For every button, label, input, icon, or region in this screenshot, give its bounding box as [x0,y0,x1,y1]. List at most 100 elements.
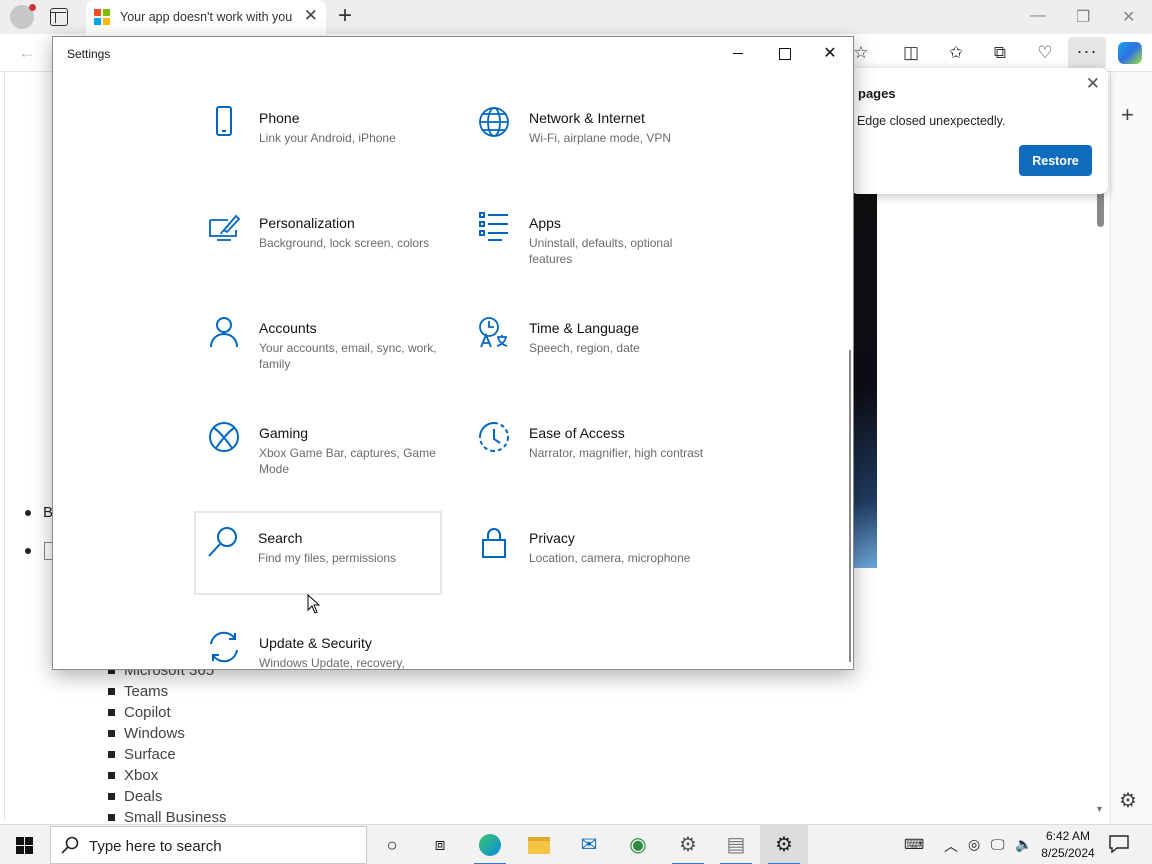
tile-name: Gaming [259,425,309,441]
taskbar-mail[interactable]: ✉ [565,825,613,864]
settings-maximize-icon[interactable] [761,37,807,70]
tile-name: Time & Language [529,320,639,336]
page-list-item[interactable]: Surface [108,744,227,765]
tab-title: Your app doesn't work with your [120,10,292,24]
restore-popup-close-icon[interactable]: ✕ [1086,74,1100,94]
taskbar-app-network[interactable]: ⚙ [664,825,712,864]
search-icon [208,527,237,557]
new-tab-button[interactable]: + [338,4,352,28]
tile-accounts[interactable]: Accounts Your accounts, email, sync, wor… [196,315,444,399]
browser-close-icon[interactable]: ✕ [1122,7,1135,27]
browser-restore-icon[interactable]: ❐ [1076,7,1090,27]
tab-bar: Your app doesn't work with your ✕ + — ❐ … [0,0,1152,34]
page-list-item[interactable]: Deals [108,786,227,807]
search-icon [61,836,79,854]
sidebar-add-icon[interactable]: + [1121,102,1134,128]
volume-muted-icon[interactable]: 🔈 [1015,836,1032,853]
edge-icon [478,833,502,857]
taskbar-edge[interactable] [466,825,514,864]
settings-close-icon[interactable]: ✕ [807,37,853,70]
taskbar-file-explorer[interactable] [515,825,563,864]
tile-name: Phone [259,110,300,126]
tile-time-language[interactable]: Time & Language Speech, region, date [466,315,714,399]
tab-actions-icon[interactable] [50,8,68,26]
tile-phone[interactable]: Phone Link your Android, iPhone [196,105,444,189]
page-list-item[interactable]: Copilot [108,702,227,723]
lock-icon [482,528,506,558]
collections-icon[interactable]: ⧉ [989,42,1011,64]
meet-now-icon[interactable]: ◎ [968,836,980,853]
settings-window: Settings ✕ Phone Link your Android, iPho… [52,36,854,670]
cortana-circle-icon: ○ [386,835,398,855]
page-list-item[interactable]: Xbox [108,765,227,786]
tile-privacy[interactable]: Privacy Location, camera, microphone [466,525,714,609]
tile-search[interactable]: Search Find my files, permissions [194,511,442,595]
back-arrow-icon[interactable]: ← [16,42,38,64]
windows-taskbar: Type here to search ○ ⧈ ✉ ◉ ⚙ ▤ ⚙ ⌨ ︿ ◎ … [0,824,1152,864]
tile-name: Update & Security [259,635,372,651]
browser-minimize-icon[interactable]: — [1030,7,1046,25]
scrollbar-thumb[interactable] [1097,190,1104,227]
globe-app-icon: ◉ [629,834,647,856]
notifications-icon[interactable] [1108,834,1130,854]
clock-date: 8/25/2024 [1041,846,1095,860]
tile-update-security[interactable]: Update & Security Windows Update, recove… [196,630,444,669]
settings-window-title: Settings [67,47,111,61]
tile-ease-of-access[interactable]: Ease of Access Narrator, magnifier, high… [466,420,714,504]
browser-tab[interactable]: Your app doesn't work with your ✕ [86,0,326,34]
page-bullet [25,548,31,554]
page-divider [4,72,5,820]
browser-essentials-icon[interactable]: ♡ [1034,42,1056,64]
sidebar-settings-gear-icon[interactable]: ⚙ [1119,788,1137,813]
tile-personalization[interactable]: Personalization Background, lock screen,… [196,210,444,294]
taskbar-settings[interactable]: ⚙ [760,825,808,864]
keyboard-icon[interactable]: ⌨ [904,836,924,853]
page-list-item[interactable]: Teams [108,681,227,702]
restore-popup-title: pages [858,86,896,101]
tile-gaming[interactable]: Gaming Xbox Game Bar, captures, Game Mod… [196,420,444,504]
copilot-icon[interactable] [1118,42,1142,64]
paint-icon [209,214,241,241]
tile-network-internet[interactable]: Network & Internet Wi-Fi, airplane mode,… [466,105,714,189]
archive-app-icon: ▤ [726,834,746,856]
restore-popup-message: t Edge closed unexpectedly. [850,114,1006,128]
cortana-button[interactable]: ○ [368,825,416,864]
apps-list-icon [479,212,508,241]
start-button[interactable] [0,825,48,864]
show-hidden-icons-chevron-icon[interactable]: ︿ [944,836,958,856]
phone-icon [216,106,232,136]
restore-button[interactable]: Restore [1019,145,1092,176]
tab-close-icon[interactable]: ✕ [304,7,318,25]
favorites-icon[interactable]: ✩ [945,42,967,64]
settings-scrollbar[interactable] [849,350,851,662]
taskbar-app-globe[interactable]: ◉ [614,825,662,864]
taskbar-app-archive[interactable]: ▤ [712,825,760,864]
task-view-icon: ⧈ [434,835,446,854]
windows-logo-icon [16,837,33,854]
taskbar-search-box[interactable]: Type here to search [50,826,367,864]
time-language-icon [479,317,508,348]
split-screen-icon[interactable]: ◫ [900,42,922,64]
task-view-button[interactable]: ⧈ [416,825,464,864]
page-bullet [25,510,31,516]
xbox-icon [209,422,239,452]
microsoft-logo-icon [94,9,110,25]
page-list-item[interactable]: Windows [108,723,227,744]
globe-icon [479,107,509,137]
tile-description: Find my files, permissions [258,551,397,565]
settings-minimize-icon[interactable] [715,37,761,70]
clock-time: 6:42 AM [1045,829,1091,843]
more-options-button[interactable]: ··· [1068,37,1106,69]
tile-description: Your accounts, email, sync, work, family [259,341,437,371]
network-status-icon[interactable]: 🖵 [991,836,1005,853]
tile-name: Search [258,530,303,546]
mouse-cursor-icon [307,594,321,614]
scroll-down-arrow-icon[interactable]: ▼ [1095,804,1104,814]
taskbar-clock[interactable]: 6:42 AM 8/25/2024 [1032,828,1104,862]
profile-avatar[interactable] [10,4,36,29]
tile-description: Wi-Fi, airplane mode, VPN [529,131,672,145]
tile-name: Network & Internet [529,110,645,126]
tile-name: Privacy [529,530,575,546]
settings-titlebar[interactable]: Settings ✕ [53,37,853,70]
tile-apps[interactable]: Apps Uninstall, defaults, optional featu… [466,210,714,294]
